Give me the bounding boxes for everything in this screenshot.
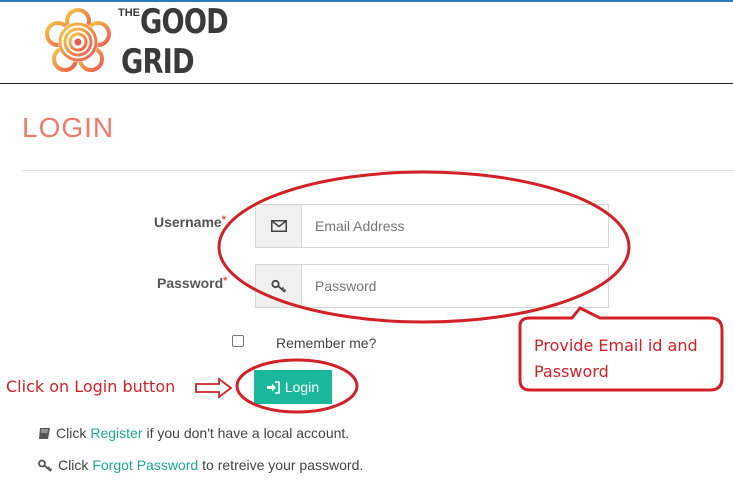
annotation-overlay: [195, 170, 724, 414]
login-button-ellipse: [235, 358, 359, 414]
credentials-ellipse: [217, 170, 631, 324]
annotation-credentials-note: Provide Email id and Password: [534, 336, 698, 381]
arrow-right-icon: [195, 377, 233, 399]
annotation-login-note: Click on Login button: [6, 377, 176, 396]
